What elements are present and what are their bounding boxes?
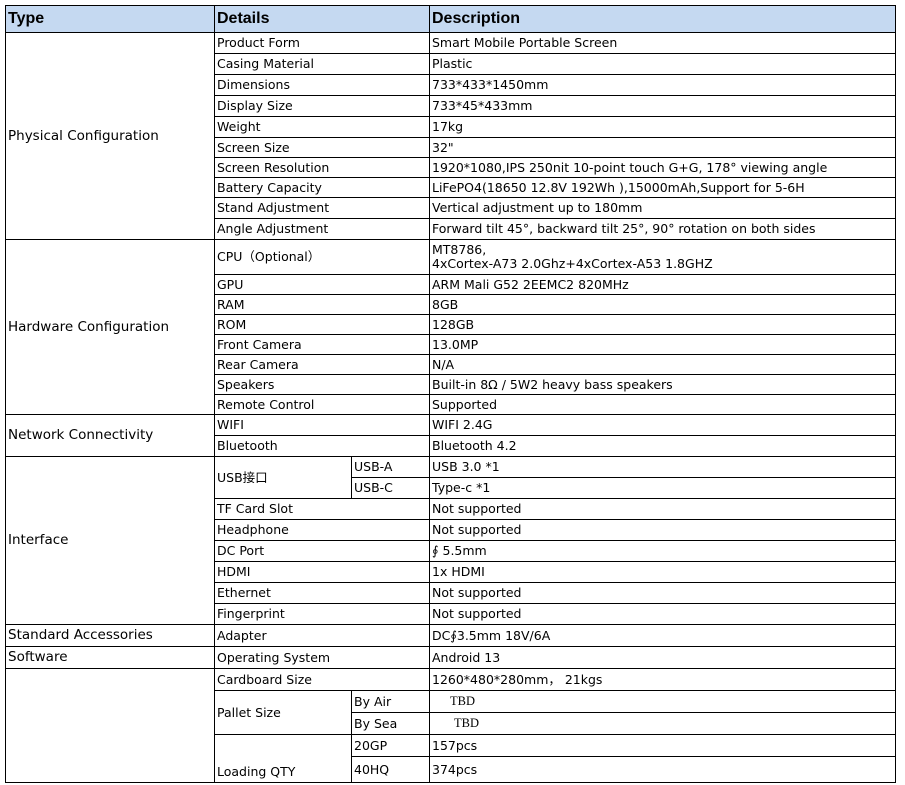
detail-value: Smart Mobile Portable Screen	[429, 32, 896, 54]
usb-c-value: Type-c *1	[429, 477, 896, 499]
detail-label: WIFI	[214, 414, 430, 436]
header-description: Description	[429, 5, 896, 33]
detail-value: 733*45*433mm	[429, 95, 896, 117]
detail-value: Plastic	[429, 53, 896, 75]
category-hardware: Hardware Configuration	[5, 239, 215, 415]
category-packaging	[5, 668, 215, 783]
detail-label: Ethernet	[214, 582, 430, 604]
detail-label: Remote Control	[214, 394, 430, 415]
detail-value: LiFePO4(18650 12.8V 192Wh ),15000mAh,Sup…	[429, 177, 896, 198]
hq40-value: 374pcs	[429, 756, 896, 783]
spec-table: Type Details Description Physical Config…	[5, 5, 896, 783]
category-physical: Physical Configuration	[5, 32, 215, 240]
category-interface: Interface	[5, 456, 215, 625]
detail-value: Not supported	[429, 498, 896, 520]
detail-value: 128GB	[429, 314, 896, 335]
detail-label: Screen Resolution	[214, 157, 430, 178]
detail-label: Speakers	[214, 374, 430, 395]
detail-label: Cardboard Size	[214, 668, 430, 691]
detail-value: 1260*480*280mm， 21kgs	[429, 668, 896, 691]
detail-value: WIFI 2.4G	[429, 414, 896, 436]
detail-value: ∮ 5.5mm	[429, 540, 896, 562]
gp20-value: 157pcs	[429, 734, 896, 757]
detail-label: Casing Material	[214, 53, 430, 75]
detail-value: 1x HDMI	[429, 561, 896, 583]
cpu-line-2: 4xCortex-A73 2.0Ghz+4xCortex-A53 1.8GHZ	[432, 256, 713, 271]
detail-value: Vertical adjustment up to 180mm	[429, 197, 896, 219]
category-software: Software	[5, 646, 215, 669]
header-type: Type	[5, 5, 215, 33]
detail-label: Fingerprint	[214, 603, 430, 625]
by-air-label: By Air	[351, 690, 430, 713]
detail-value: 17kg	[429, 116, 896, 138]
detail-label: TF Card Slot	[214, 498, 430, 520]
by-sea-label: By Sea	[351, 712, 430, 735]
detail-value: ARM Mali G52 2EEMC2 820MHz	[429, 274, 896, 295]
detail-value: Not supported	[429, 519, 896, 541]
by-sea-value: TBD	[429, 712, 896, 735]
cpu-line-1: MT8786,	[432, 242, 487, 258]
detail-value: 13.0MP	[429, 334, 896, 355]
detail-label-usb: USB接口	[214, 456, 352, 499]
detail-label: Front Camera	[214, 334, 430, 355]
detail-label: Rear Camera	[214, 354, 430, 375]
detail-label: GPU	[214, 274, 430, 295]
pallet-size-label: Pallet Size	[214, 690, 352, 735]
detail-value: Supported	[429, 394, 896, 415]
by-air-value: TBD	[429, 690, 896, 713]
detail-value: 1920*1080,IPS 250nit 10-point touch G+G,…	[429, 157, 896, 178]
category-accessories: Standard Accessories	[5, 624, 215, 647]
detail-value: Bluetooth 4.2	[429, 435, 896, 457]
detail-value-cpu: MT8786, 4xCortex-A73 2.0Ghz+4xCortex-A53 …	[429, 239, 896, 275]
detail-label: Angle Adjustment	[214, 218, 430, 240]
detail-label: ROM	[214, 314, 430, 335]
detail-label: Bluetooth	[214, 435, 430, 457]
hq40-label: 40HQ	[351, 756, 430, 783]
detail-value: N/A	[429, 354, 896, 375]
detail-value: Forward tilt 45°, backward tilt 25°, 90°…	[429, 218, 896, 240]
detail-label: Display Size	[214, 95, 430, 117]
detail-label: Headphone	[214, 519, 430, 541]
header-details: Details	[214, 5, 430, 33]
detail-label-cpu: CPU（Optional）	[214, 239, 430, 275]
detail-label: HDMI	[214, 561, 430, 583]
gp20-label: 20GP	[351, 734, 430, 757]
detail-label: Operating System	[214, 646, 430, 669]
usb-a-label: USB-A	[351, 456, 430, 478]
detail-label: Product Form	[214, 32, 430, 54]
detail-value: 32"	[429, 137, 896, 158]
category-network: Network Connectivity	[5, 414, 215, 457]
detail-value: Built-in 8Ω / 5W2 heavy bass speakers	[429, 374, 896, 395]
detail-label: Dimensions	[214, 74, 430, 96]
detail-label: Screen Size	[214, 137, 430, 158]
usb-a-value: USB 3.0 *1	[429, 456, 896, 478]
detail-label: RAM	[214, 294, 430, 315]
detail-value: 8GB	[429, 294, 896, 315]
detail-label: Adapter	[214, 624, 430, 647]
loading-qty-label: Loading QTY	[214, 734, 352, 783]
detail-value: 733*433*1450mm	[429, 74, 896, 96]
detail-value: Android 13	[429, 646, 896, 669]
detail-label: Weight	[214, 116, 430, 138]
detail-value: DC∮3.5mm 18V/6A	[429, 624, 896, 647]
detail-value: Not supported	[429, 582, 896, 604]
detail-label: Battery Capacity	[214, 177, 430, 198]
usb-c-label: USB-C	[351, 477, 430, 499]
detail-label: DC Port	[214, 540, 430, 562]
detail-value: Not supported	[429, 603, 896, 625]
detail-label: Stand Adjustment	[214, 197, 430, 219]
